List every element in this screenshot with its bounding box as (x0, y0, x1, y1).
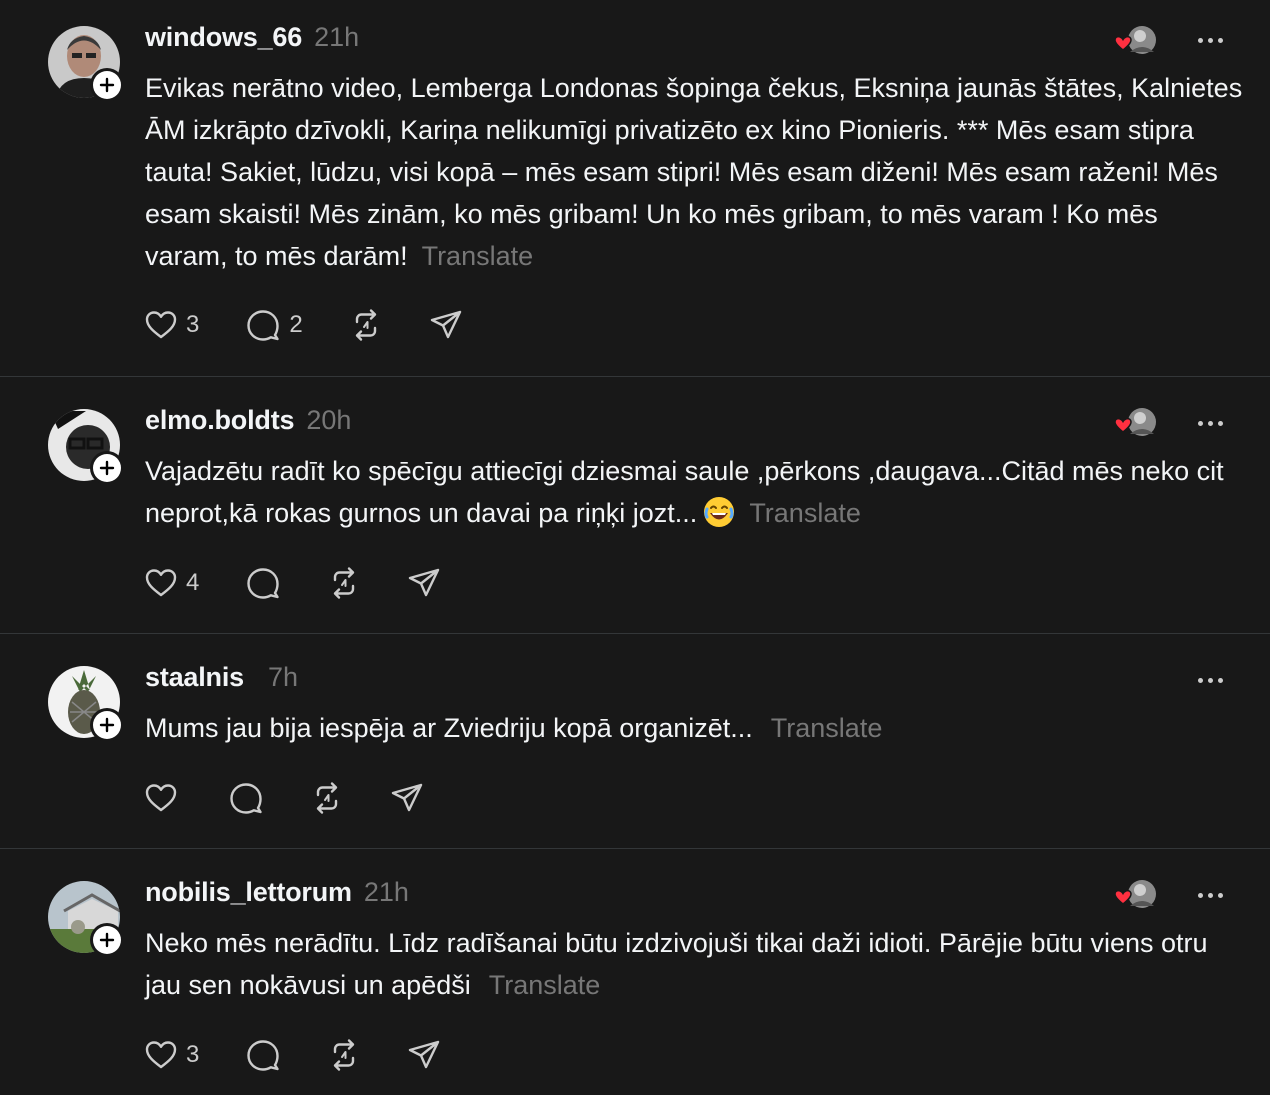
comment-icon (247, 1040, 280, 1071)
like-count: 3 (186, 1041, 200, 1068)
more-options-icon[interactable] (1192, 30, 1228, 50)
more-options-icon[interactable] (1192, 670, 1228, 690)
post-header: elmo.boldts 20h (145, 405, 351, 441)
like-count: 3 (186, 311, 200, 338)
like-button[interactable]: 3 (144, 309, 199, 341)
action-bar (144, 778, 470, 818)
post-windows-66: windows_66 21h Evikas nerātno video, Lem… (0, 0, 1270, 376)
post-nobilis-lettorum: nobilis_lettorum 21h Neko mēs nerādītu. … (0, 849, 1270, 1095)
post-text: Vajadzētu radīt ko spēcīgu attiecīgi dzi… (145, 450, 1245, 534)
comment-icon (247, 568, 280, 599)
follow-button[interactable] (90, 451, 124, 485)
share-button[interactable] (390, 782, 424, 814)
heart-icon (145, 1041, 177, 1069)
timestamp[interactable]: 20h (306, 405, 351, 436)
translate-link[interactable]: Translate (771, 713, 883, 743)
action-bar: 4 (144, 563, 487, 603)
replies-feed: windows_66 21h Evikas nerātno video, Lem… (0, 0, 1270, 1095)
post-text: Neko mēs nerādītu. Līdz radīšanai būtu i… (145, 922, 1245, 1006)
username[interactable]: staalnis (145, 662, 244, 693)
author-avatar-wrap[interactable] (48, 881, 124, 957)
author-avatar-wrap[interactable] (48, 409, 124, 485)
repost-icon (334, 567, 355, 599)
action-bar: 3 (144, 1035, 487, 1075)
timestamp[interactable]: 7h (268, 662, 298, 693)
plus-icon (99, 717, 115, 733)
post-body: Vajadzētu radīt ko spēcīgu attiecīgi dzi… (145, 456, 1224, 528)
post-elmo-boldts: elmo.boldts 20h Vajadzētu radīt ko spēcī… (0, 377, 1270, 633)
username[interactable]: windows_66 (145, 22, 302, 53)
like-button[interactable]: 4 (144, 567, 199, 599)
reply-count: 2 (289, 311, 303, 338)
post-header: nobilis_lettorum 21h (145, 877, 409, 913)
translate-link[interactable]: Translate (489, 970, 601, 1000)
post-header: windows_66 21h (145, 22, 359, 58)
send-icon (391, 783, 423, 812)
username[interactable]: elmo.boldts (145, 405, 295, 436)
follow-button[interactable] (90, 923, 124, 957)
comment-icon (247, 310, 280, 341)
post-body: Neko mēs nerādītu. Līdz radīšanai būtu i… (145, 928, 1208, 1000)
repost-icon (334, 1039, 355, 1071)
reply-button[interactable] (228, 781, 264, 815)
more-options-icon[interactable] (1192, 413, 1228, 433)
repost-button[interactable] (310, 781, 344, 815)
timestamp[interactable]: 21h (314, 22, 359, 53)
plus-icon (99, 77, 115, 93)
follow-button[interactable] (90, 68, 124, 102)
like-count: 4 (186, 569, 200, 596)
send-icon (409, 1040, 440, 1069)
repost-icon (355, 309, 376, 341)
liked-by-author-indicator (1114, 878, 1162, 912)
follow-button[interactable] (90, 708, 124, 742)
username[interactable]: nobilis_lettorum (145, 877, 352, 908)
like-button[interactable] (144, 782, 178, 814)
post-text: Mums jau bija iespēja ar Zviedriju kopā … (145, 707, 1245, 749)
more-options-icon[interactable] (1192, 885, 1228, 905)
send-icon (409, 568, 440, 597)
reply-button[interactable] (245, 1038, 281, 1072)
heart-icon (145, 311, 177, 339)
timestamp[interactable]: 21h (364, 877, 409, 908)
post-header: staalnis 7h (145, 662, 298, 698)
comment-icon (230, 783, 262, 814)
repost-button[interactable] (327, 566, 361, 600)
author-avatar-wrap[interactable] (48, 26, 124, 102)
share-button[interactable] (407, 567, 441, 599)
like-button[interactable]: 3 (144, 1039, 199, 1071)
reply-button[interactable] (245, 566, 281, 600)
translate-link[interactable]: Translate (422, 241, 534, 271)
liked-by-author-indicator (1114, 24, 1162, 58)
plus-icon (99, 460, 115, 476)
author-avatar-wrap[interactable] (48, 666, 124, 742)
share-button[interactable] (407, 1039, 441, 1071)
translate-link[interactable]: Translate (749, 498, 861, 528)
send-icon (430, 310, 461, 339)
heart-icon (145, 569, 177, 597)
share-button[interactable] (429, 309, 463, 341)
post-body: Mums jau bija iespēja ar Zviedriju kopā … (145, 713, 753, 743)
repost-icon (316, 782, 338, 814)
action-bar: 3 2 (144, 305, 509, 345)
repost-button[interactable] (349, 308, 383, 342)
repost-button[interactable] (327, 1038, 361, 1072)
post-text: Evikas nerātno video, Lemberga Londonas … (145, 67, 1245, 277)
post-body: Evikas nerātno video, Lemberga Londonas … (145, 73, 1243, 271)
post-staalnis: staalnis 7h Mums jau bija iespēja ar Zvi… (0, 634, 1270, 848)
laughing-emoji-icon (704, 497, 735, 527)
liked-by-author-indicator (1114, 406, 1162, 440)
heart-icon (145, 784, 177, 812)
plus-icon (99, 932, 115, 948)
reply-button[interactable]: 2 (245, 308, 303, 342)
